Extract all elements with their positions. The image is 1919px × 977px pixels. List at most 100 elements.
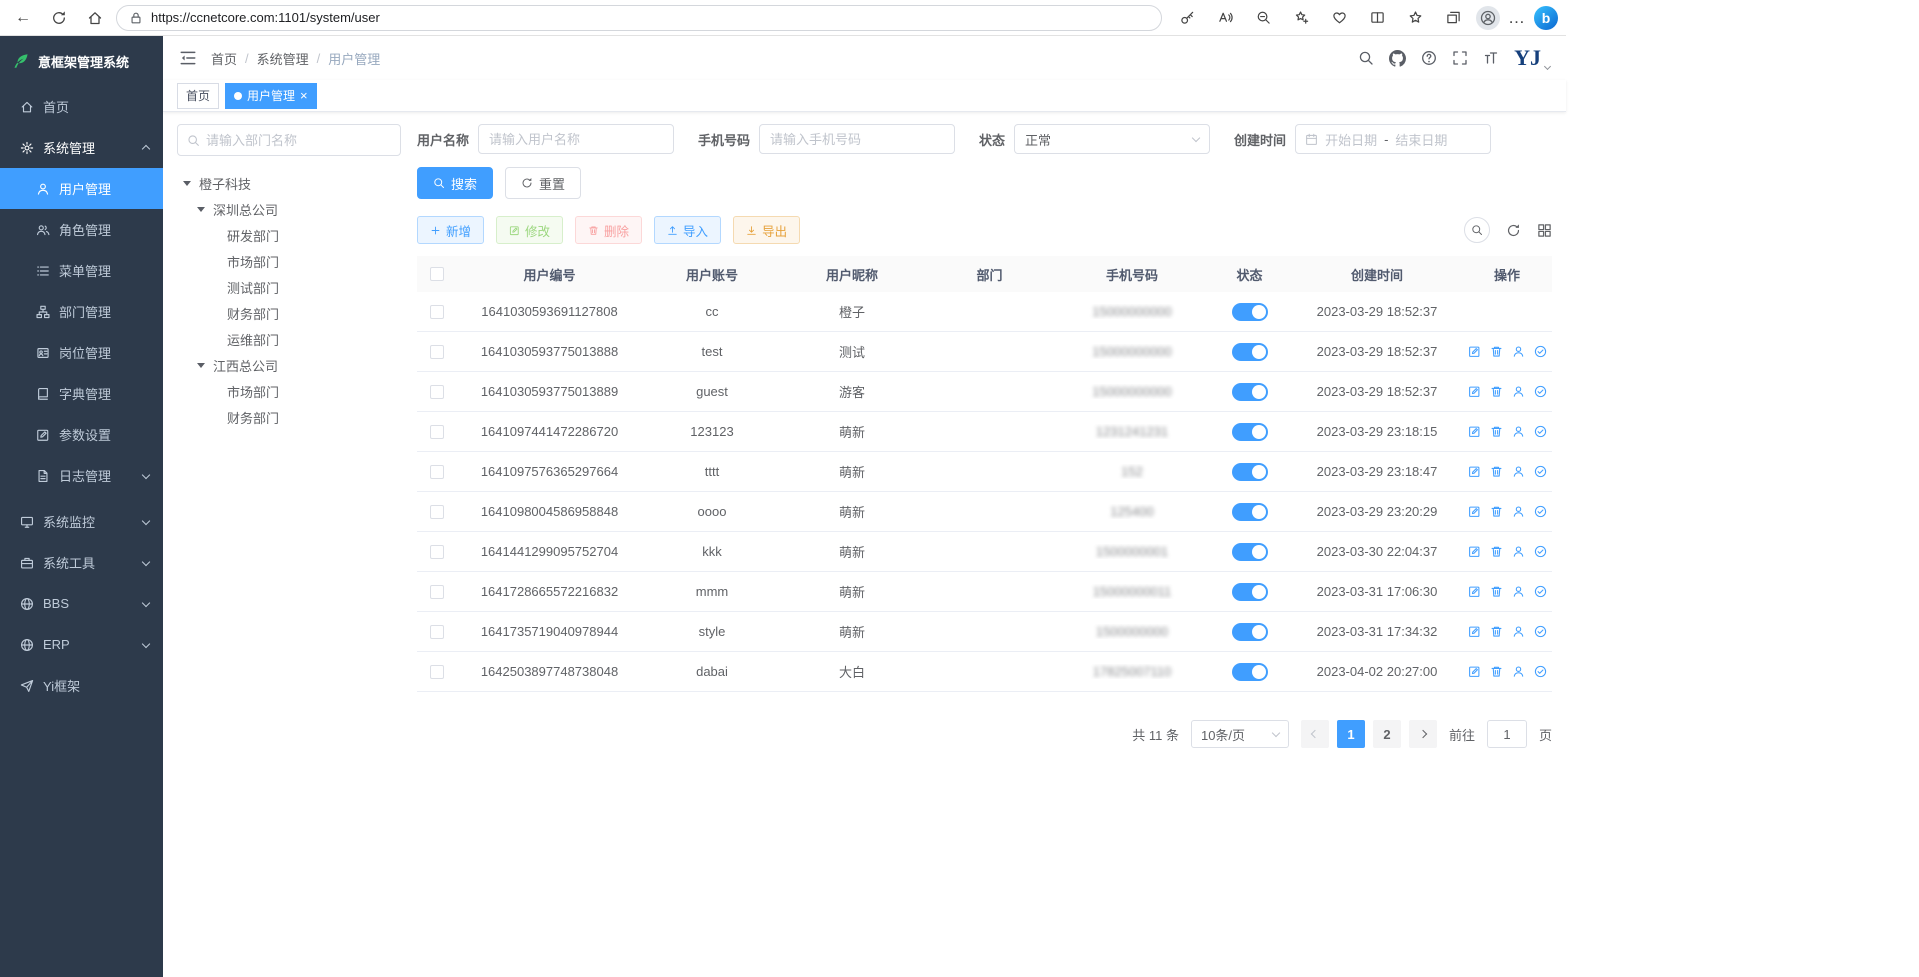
tree-node[interactable]: 市场部门 (177, 378, 401, 404)
menu-fold-icon[interactable] (179, 49, 197, 67)
row-edit-icon[interactable] (1468, 345, 1481, 358)
row-assign-role-icon[interactable] (1534, 665, 1547, 678)
prev-page-button[interactable] (1301, 720, 1329, 748)
status-select[interactable]: 正常 (1014, 124, 1210, 154)
row-assign-role-icon[interactable] (1534, 585, 1547, 598)
page-size-select[interactable]: 10条/页 (1191, 720, 1289, 748)
collections-icon[interactable] (1438, 4, 1468, 32)
breadcrumb-system[interactable]: 系统管理 (257, 49, 309, 68)
status-toggle[interactable] (1232, 303, 1268, 321)
font-size-icon[interactable] (1483, 50, 1499, 66)
row-reset-password-icon[interactable] (1512, 545, 1525, 558)
row-assign-role-icon[interactable] (1534, 425, 1547, 438)
row-reset-password-icon[interactable] (1512, 385, 1525, 398)
url-text[interactable]: https://ccnetcore.com:1101/system/user (151, 10, 380, 25)
row-delete-icon[interactable] (1490, 425, 1503, 438)
caret-down-icon[interactable] (183, 181, 199, 186)
sidebar-item-param-settings[interactable]: 参数设置 (0, 414, 163, 455)
row-assign-role-icon[interactable] (1534, 625, 1547, 638)
row-assign-role-icon[interactable] (1534, 385, 1547, 398)
export-button[interactable]: 导出 (733, 216, 800, 244)
row-reset-password-icon[interactable] (1512, 465, 1525, 478)
read-aloud-icon[interactable] (1210, 4, 1240, 32)
tree-node[interactable]: 财务部门 (177, 300, 401, 326)
sidebar-item-log-mgmt[interactable]: 日志管理 (0, 455, 163, 496)
caret-down-icon[interactable] (197, 207, 213, 212)
import-button[interactable]: 导入 (654, 216, 721, 244)
bing-icon[interactable]: b (1534, 6, 1558, 30)
row-checkbox[interactable] (430, 425, 444, 439)
row-checkbox[interactable] (430, 545, 444, 559)
sidebar-item-role-mgmt[interactable]: 角色管理 (0, 209, 163, 250)
sidebar-item-dept-mgmt[interactable]: 部门管理 (0, 291, 163, 332)
tree-node[interactable]: 财务部门 (177, 404, 401, 430)
sidebar-item-post-mgmt[interactable]: 岗位管理 (0, 332, 163, 373)
page-button-2[interactable]: 2 (1373, 720, 1401, 748)
row-assign-role-icon[interactable] (1534, 505, 1547, 518)
tree-node[interactable]: 测试部门 (177, 274, 401, 300)
row-checkbox[interactable] (430, 665, 444, 679)
address-bar[interactable]: https://ccnetcore.com:1101/system/user (116, 5, 1162, 31)
app-logo[interactable]: 意框架管理系统 (0, 36, 163, 86)
status-toggle[interactable] (1232, 583, 1268, 601)
status-toggle[interactable] (1232, 423, 1268, 441)
next-page-button[interactable] (1409, 720, 1437, 748)
breadcrumb-home[interactable]: 首页 (211, 49, 237, 68)
sidebar-item-tools[interactable]: 系统工具 (0, 542, 163, 583)
sidebar-item-yi-framework[interactable]: Yi框架 (0, 665, 163, 706)
row-delete-icon[interactable] (1490, 505, 1503, 518)
caret-down-icon[interactable] (197, 363, 213, 368)
username-input[interactable] (478, 124, 674, 154)
sidebar-item-home[interactable]: 首页 (0, 86, 163, 127)
row-edit-icon[interactable] (1468, 425, 1481, 438)
favorites-icon[interactable] (1400, 4, 1430, 32)
status-toggle[interactable] (1232, 623, 1268, 641)
row-edit-icon[interactable] (1468, 665, 1481, 678)
row-reset-password-icon[interactable] (1512, 625, 1525, 638)
profile-avatar[interactable] (1476, 6, 1500, 30)
browser-essentials-icon[interactable] (1324, 4, 1354, 32)
status-toggle[interactable] (1232, 663, 1268, 681)
row-edit-icon[interactable] (1468, 545, 1481, 558)
delete-button[interactable]: 删除 (575, 216, 642, 244)
row-delete-icon[interactable] (1490, 545, 1503, 558)
row-edit-icon[interactable] (1468, 465, 1481, 478)
dept-search-input[interactable] (206, 133, 391, 148)
back-button[interactable]: ← (8, 4, 38, 32)
tree-node[interactable]: 江西总公司 (177, 352, 401, 378)
row-checkbox[interactable] (430, 385, 444, 399)
tree-node[interactable]: 深圳总公司 (177, 196, 401, 222)
row-checkbox[interactable] (430, 465, 444, 479)
more-menu-icon[interactable]: … (1508, 8, 1526, 28)
column-settings-button[interactable] (1537, 223, 1552, 238)
phone-input[interactable] (759, 124, 955, 154)
status-toggle[interactable] (1232, 343, 1268, 361)
sidebar-item-user-mgmt[interactable]: 用户管理 (0, 168, 163, 209)
status-toggle[interactable] (1232, 383, 1268, 401)
row-reset-password-icon[interactable] (1512, 585, 1525, 598)
select-all-checkbox[interactable] (430, 267, 444, 281)
row-checkbox[interactable] (430, 585, 444, 599)
browser-home-button[interactable] (80, 4, 110, 32)
date-range-picker[interactable]: 开始日期 - 结束日期 (1295, 124, 1491, 154)
sidebar-item-dict-mgmt[interactable]: 字典管理 (0, 373, 163, 414)
edit-button[interactable]: 修改 (496, 216, 563, 244)
tree-node[interactable]: 市场部门 (177, 248, 401, 274)
row-edit-icon[interactable] (1468, 625, 1481, 638)
refresh-table-button[interactable] (1506, 223, 1521, 238)
password-key-icon[interactable] (1172, 4, 1202, 32)
tree-node[interactable]: 橙子科技 (177, 170, 401, 196)
row-checkbox[interactable] (430, 305, 444, 319)
row-assign-role-icon[interactable] (1534, 545, 1547, 558)
sidebar-item-erp[interactable]: ERP (0, 624, 163, 665)
row-delete-icon[interactable] (1490, 465, 1503, 478)
row-reset-password-icon[interactable] (1512, 345, 1525, 358)
tab-home[interactable]: 首页 (177, 83, 219, 109)
tab-user-mgmt[interactable]: 用户管理 × (225, 83, 317, 109)
tree-node[interactable]: 运维部门 (177, 326, 401, 352)
add-favorite-icon[interactable] (1286, 4, 1316, 32)
row-assign-role-icon[interactable] (1534, 465, 1547, 478)
row-edit-icon[interactable] (1468, 505, 1481, 518)
sidebar-item-bbs[interactable]: BBS (0, 583, 163, 624)
goto-page-input[interactable] (1487, 720, 1527, 748)
